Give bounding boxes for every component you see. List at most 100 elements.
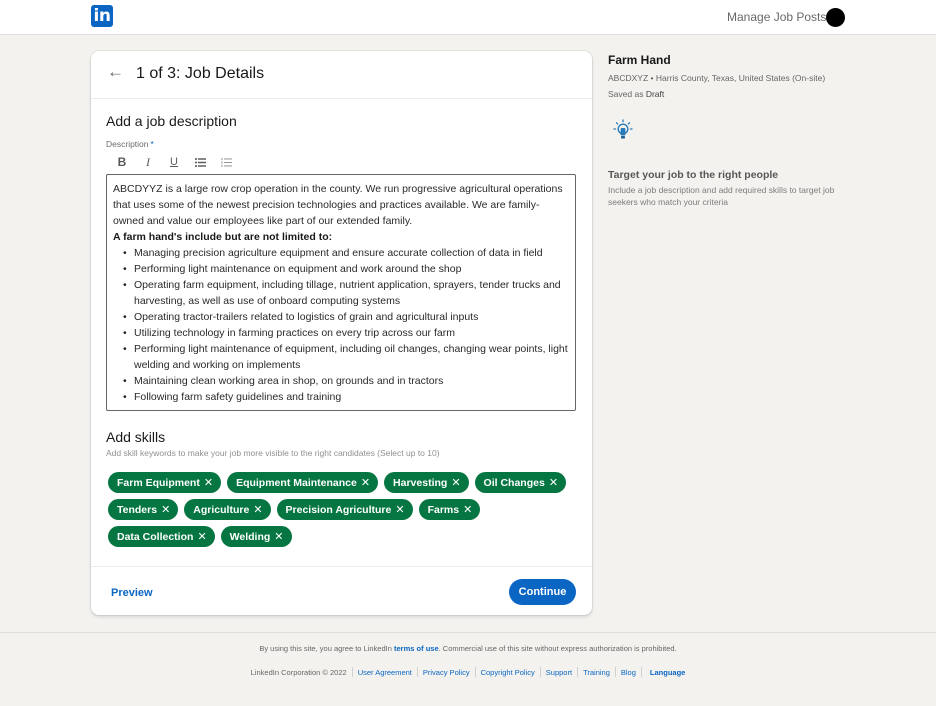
bullet-list-button[interactable] <box>188 154 212 170</box>
job-meta: ABCDXYZ • Harris County, Texas, United S… <box>608 73 858 83</box>
italic-button[interactable]: I <box>136 154 160 170</box>
blog-link[interactable]: Blog <box>621 668 636 677</box>
description-bullet: Operating farm equipment, including till… <box>122 277 569 309</box>
saved-prefix: Saved as <box>608 89 644 99</box>
skill-label: Equipment Maintenance <box>236 476 357 489</box>
required-marker: * <box>150 139 154 149</box>
skills-hint: Add skill keywords to make your job more… <box>106 448 440 458</box>
remove-skill-icon[interactable]: ✕ <box>395 503 404 516</box>
job-location: Harris County, Texas, United States (On-… <box>655 73 826 83</box>
skills-list: Farm Equipment ✕ Equipment Maintenance ✕ H… <box>108 472 578 547</box>
description-bullet: Following farm safety guidelines and tra… <box>122 389 569 405</box>
skill-label: Tenders <box>117 503 158 516</box>
divider <box>416 667 418 677</box>
copyright: LinkedIn Corporation © 2022 <box>250 667 347 677</box>
footer-links: LinkedIn Corporation © 2022 User Agreeme… <box>0 667 936 677</box>
remove-skill-icon[interactable]: ✕ <box>161 503 170 516</box>
remove-skill-icon[interactable]: ✕ <box>274 530 283 543</box>
top-nav-bar: in Manage Job Posts <box>0 0 936 35</box>
page-footer: By using this site, you agree to LinkedI… <box>0 632 936 706</box>
remove-skill-icon[interactable]: ✕ <box>253 503 262 516</box>
manage-job-posts-link[interactable]: Manage Job Posts <box>727 10 826 24</box>
terms-notice: By using this site, you agree to LinkedI… <box>0 644 936 653</box>
description-bullet: Utilizing technology in farming practice… <box>122 325 569 341</box>
remove-skill-icon[interactable]: ✕ <box>549 476 558 489</box>
skills-section-title: Add skills <box>106 429 166 445</box>
profile-avatar[interactable] <box>826 8 845 27</box>
description-bullet: Operating tractor-trailers related to lo… <box>122 309 569 325</box>
skill-label: Oil Changes <box>483 476 545 489</box>
notice-prefix: By using this site, you agree to LinkedI… <box>259 644 392 653</box>
card-header: ← 1 of 3: Job Details <box>91 51 592 99</box>
skill-label: Agriculture <box>193 503 250 516</box>
copyright-policy-link[interactable]: Copyright Policy <box>481 668 535 677</box>
divider <box>577 667 579 677</box>
job-summary-panel: Farm Hand ABCDXYZ • Harris County, Texas… <box>608 53 858 207</box>
preview-button[interactable]: Preview <box>111 587 153 599</box>
terms-of-use-link[interactable]: terms of use <box>394 644 439 653</box>
description-bullet-list: Managing precision agriculture equipment… <box>113 245 569 405</box>
numbered-list-button[interactable] <box>214 154 238 170</box>
description-section-title: Add a job description <box>106 113 237 129</box>
divider <box>614 667 616 677</box>
skill-label: Welding <box>229 530 271 543</box>
saved-status: Draft <box>645 89 665 99</box>
description-bullet: Managing precision agriculture equipment… <box>122 245 569 261</box>
skill-pill[interactable]: Oil Changes ✕ <box>474 472 567 493</box>
training-link[interactable]: Training <box>583 668 610 677</box>
skill-pill[interactable]: Data Collection ✕ <box>108 526 215 547</box>
skill-pill[interactable]: Tenders ✕ <box>108 499 179 520</box>
privacy-policy-link[interactable]: Privacy Policy <box>423 668 470 677</box>
remove-skill-icon[interactable]: ✕ <box>451 476 460 489</box>
description-intro: ABCDYYZ is a large row crop operation in… <box>113 183 563 227</box>
description-editor[interactable]: ABCDYYZ is a large row crop operation in… <box>106 174 576 411</box>
underline-button[interactable]: U <box>162 154 186 170</box>
continue-button[interactable]: Continue <box>509 579 576 605</box>
bold-button[interactable]: B <box>110 154 134 170</box>
description-list-heading: A farm hand's include but are not limite… <box>113 231 333 243</box>
support-link[interactable]: Support <box>546 668 572 677</box>
divider <box>351 667 353 677</box>
user-agreement-link[interactable]: User Agreement <box>358 668 412 677</box>
card-footer: Preview Continue <box>91 566 592 615</box>
save-status: Saved as Draft <box>608 89 858 99</box>
tip-text: Include a job description and add requir… <box>608 185 835 207</box>
job-details-card: ← 1 of 3: Job Details Add a job descript… <box>91 51 592 615</box>
numbered-list-icon <box>221 157 232 167</box>
divider <box>539 667 541 677</box>
job-title: Farm Hand <box>608 53 671 67</box>
divider <box>474 667 476 677</box>
remove-skill-icon[interactable]: ✕ <box>463 503 472 516</box>
skill-label: Farms <box>427 503 460 516</box>
meta-separator: • <box>650 73 654 83</box>
description-label: Description * <box>106 139 154 149</box>
rich-text-toolbar: B I U <box>110 154 240 170</box>
remove-skill-icon[interactable]: ✕ <box>361 476 370 489</box>
skill-label: Farm Equipment <box>117 476 200 489</box>
skill-pill[interactable]: Welding ✕ <box>220 526 292 547</box>
skill-pill[interactable]: Agriculture ✕ <box>184 499 271 520</box>
skill-pill[interactable]: Precision Agriculture ✕ <box>276 499 413 520</box>
skill-pill[interactable]: Farm Equipment ✕ <box>108 472 222 493</box>
description-bullet: Maintaining clean working area in shop, … <box>122 373 569 389</box>
step-title: 1 of 3: Job Details <box>136 65 265 82</box>
back-arrow-icon[interactable]: ← <box>107 62 127 82</box>
remove-skill-icon[interactable]: ✕ <box>204 476 213 489</box>
company-name: ABCDXYZ <box>608 73 649 83</box>
skill-pill[interactable]: Equipment Maintenance ✕ <box>227 472 379 493</box>
skill-label: Precision Agriculture <box>285 503 392 516</box>
linkedin-logo-icon[interactable]: in <box>91 5 113 27</box>
skill-pill[interactable]: Harvesting ✕ <box>384 472 469 493</box>
language-selector[interactable]: Language <box>650 668 685 677</box>
lightbulb-icon <box>613 119 633 139</box>
description-bullet: Performing light maintenance on equipmen… <box>122 261 569 277</box>
remove-skill-icon[interactable]: ✕ <box>197 530 206 543</box>
notice-suffix: . Commercial use of this site without ex… <box>438 644 677 653</box>
skill-pill[interactable]: Farms ✕ <box>418 499 481 520</box>
skill-label: Data Collection <box>117 530 194 543</box>
description-bullet: Performing light maintenance of equipmen… <box>122 341 569 373</box>
tip-title: Target your job to the right people <box>608 169 779 181</box>
bullet-list-icon <box>194 157 206 167</box>
description-label-text: Description <box>106 139 149 149</box>
divider <box>640 667 642 677</box>
